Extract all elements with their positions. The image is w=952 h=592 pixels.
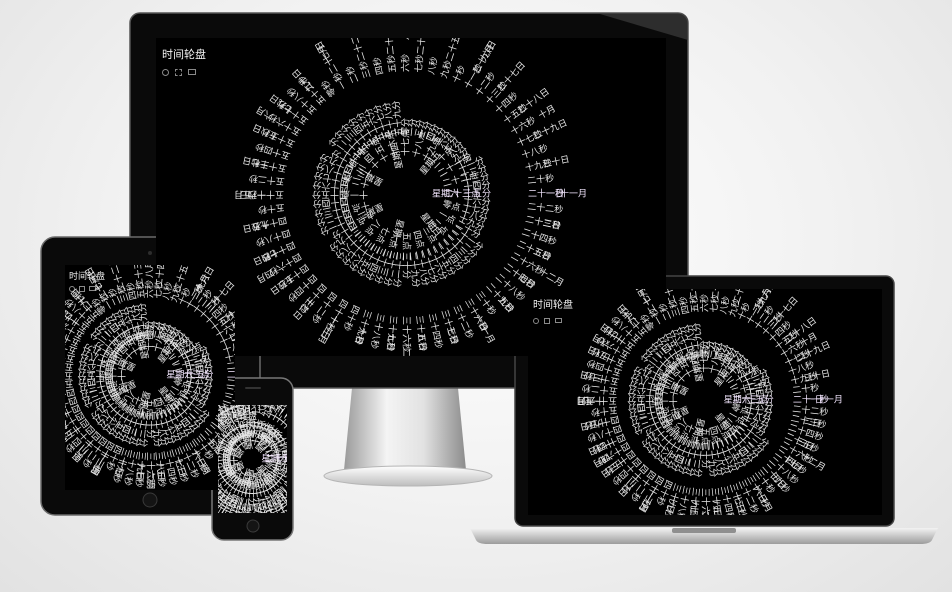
- second-ring: 零秒一秒二秒三秒四秒五秒六秒七秒八秒九秒十秒十一秒十二秒十三秒十四秒十五秒十六秒…: [248, 54, 564, 352]
- ring-label: 六秒: [699, 294, 711, 312]
- ring-label: 五点: [401, 232, 412, 250]
- time-wheel: 一月二月三月四月五月六月七月八月九月十月十一月十二月一日二日三日四日五日六日七日…: [65, 265, 235, 490]
- ring-label: 三十六秒: [401, 316, 413, 352]
- ring-label: 十一月: [560, 188, 587, 200]
- time-wheel: 一月二月三月四月五月六月七月八月九月十月十一月十二月一日二日三日四日五日六日七日…: [218, 405, 287, 513]
- ring-label: 八月: [145, 265, 156, 278]
- phone-screen: 时间轮盘 一月二月三月四月五月六月七月八月九月十月十一月十二月一日二日三日四日五…: [218, 405, 287, 513]
- ring-label: 十月: [536, 102, 558, 121]
- ring-label: 三十七秒: [384, 315, 400, 352]
- ring-label: 五十一秒: [581, 395, 617, 407]
- ring-label: 二十一秒: [528, 188, 564, 200]
- ring-label: 五十二秒: [248, 172, 285, 188]
- ring-label: 二十四日: [414, 38, 430, 55]
- ring-label: 五秒: [385, 54, 399, 73]
- ring-label: 二十二日: [345, 38, 368, 63]
- ring-label: 八秒: [425, 56, 440, 76]
- ring-label: 八月: [401, 38, 412, 40]
- minute-ring: 零分一分二分三分四分五分六分七分八分九分十分十一分十二分十三分十四分十五分十六分…: [77, 302, 214, 448]
- ring-label: 五十秒: [257, 201, 285, 216]
- minute-ring: 零分一分二分三分四分五分六分七分八分九分十分十一分十二分十三分十四分十五分十六分…: [627, 322, 774, 478]
- ring-label: 五十一秒: [248, 189, 284, 201]
- ring-label: 二十二秒: [527, 200, 564, 216]
- ring-label: 二十五日: [443, 38, 466, 63]
- ring-label: 九秒: [438, 59, 455, 80]
- ring-label: 七秒: [412, 54, 426, 73]
- laptop-screen: 时间轮盘 一月二月三月四月五月六月七月八月九月十月十一月十二月一日二日三日四日五…: [528, 289, 882, 515]
- tablet-screen: 时间轮盘 一月二月三月四月五月六月七月八月九月十月十一月十二月一日二日三日四日五…: [65, 265, 235, 490]
- second-ring: 零秒一秒二秒三秒四秒五秒六秒七秒八秒九秒十秒十一秒十二秒十三秒十四秒十五秒十六秒…: [581, 294, 829, 515]
- minute-ring: 零分一分二分三分四分五分六分七分八分九分十分十一分十二分十三分十四分十五分十六分…: [312, 100, 491, 288]
- ring-label: 六秒: [400, 54, 412, 72]
- ring-label: 三十五秒: [413, 315, 429, 352]
- ring-label: 二十三日: [381, 38, 397, 55]
- day-ring: 一日二日三日四日五日六日七日八日九日十日十一日十二日十三日十四日十五日十六日十七…: [239, 38, 571, 352]
- ring-label: 二十一日: [312, 39, 340, 76]
- time-wheel: 一月二月三月四月五月六月七月八月九月十月十一月十二月一日二日三日四日五日六日七日…: [576, 289, 843, 515]
- ring-label: 四秒: [371, 56, 386, 76]
- ring-label: 二十秒: [527, 172, 555, 187]
- ring-label: 三十六秒: [700, 488, 712, 515]
- ring-label: 二十一秒: [793, 394, 829, 406]
